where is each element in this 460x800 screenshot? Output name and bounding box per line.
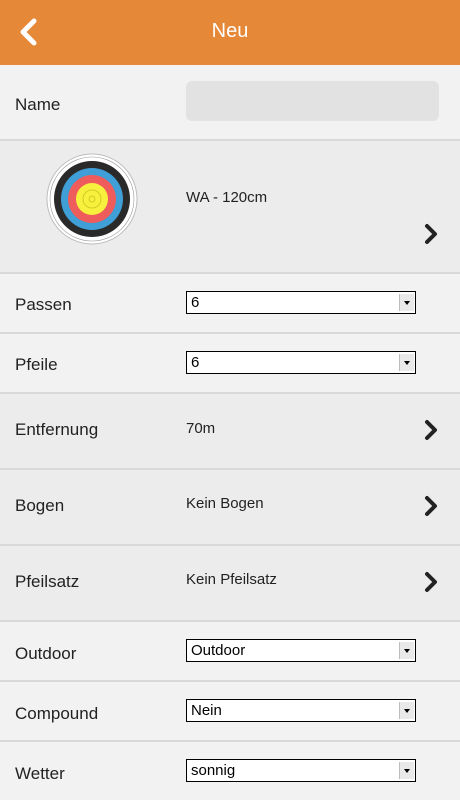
- dropdown-arrow-icon: [399, 642, 414, 659]
- dropdown-arrow-icon: [399, 294, 414, 311]
- target-value: WA - 120cm: [186, 189, 268, 206]
- name-input[interactable]: [186, 81, 439, 121]
- entfernung-row[interactable]: Entfernung 70m: [0, 394, 460, 470]
- archery-target-icon: [46, 153, 138, 245]
- entfernung-value: 70m: [186, 420, 216, 437]
- page-title: Neu: [211, 20, 249, 42]
- dropdown-arrow-icon: [399, 702, 414, 719]
- pfeilsatz-value: Kein Pfeilsatz: [186, 571, 277, 588]
- bogen-row[interactable]: Bogen Kein Bogen: [0, 470, 460, 546]
- compound-select-value: Nein: [191, 702, 222, 719]
- pfeile-label: Pfeile: [15, 355, 58, 374]
- bogen-label: Bogen: [15, 496, 65, 515]
- pfeilsatz-label: Pfeilsatz: [15, 572, 80, 591]
- passen-label: Passen: [15, 295, 72, 314]
- name-row: Name: [0, 65, 460, 141]
- outdoor-select-value: Outdoor: [191, 642, 246, 659]
- compound-label: Compound: [15, 704, 99, 723]
- passen-select-value: 6: [191, 294, 200, 311]
- outdoor-label: Outdoor: [15, 644, 77, 663]
- wetter-select-value: sonnig: [191, 762, 236, 779]
- dropdown-arrow-icon: [399, 354, 414, 371]
- chevron-right-icon: [425, 496, 437, 516]
- outdoor-select[interactable]: Outdoor: [186, 639, 416, 662]
- outdoor-row: Outdoor Outdoor: [0, 622, 460, 682]
- compound-row: Compound Nein: [0, 682, 460, 742]
- chevron-right-icon: [425, 224, 437, 244]
- chevron-right-icon: [425, 572, 437, 592]
- pfeilsatz-row[interactable]: Pfeilsatz Kein Pfeilsatz: [0, 546, 460, 622]
- passen-select[interactable]: 6: [186, 291, 416, 314]
- passen-row: Passen 6: [0, 274, 460, 334]
- bogen-value: Kein Bogen: [186, 495, 264, 512]
- pfeile-select-value: 6: [191, 354, 200, 371]
- wetter-select[interactable]: sonnig: [186, 759, 416, 782]
- chevron-right-icon: [425, 420, 437, 440]
- target-row[interactable]: WA - 120cm: [0, 141, 460, 274]
- wetter-row: Wetter sonnig: [0, 742, 460, 800]
- entfernung-label: Entfernung: [15, 420, 99, 439]
- name-label: Name: [15, 95, 61, 114]
- pfeile-select[interactable]: 6: [186, 351, 416, 374]
- pfeile-row: Pfeile 6: [0, 334, 460, 394]
- compound-select[interactable]: Nein: [186, 699, 416, 722]
- app-header: Neu: [0, 0, 460, 65]
- dropdown-arrow-icon: [399, 762, 414, 779]
- wetter-label: Wetter: [15, 764, 65, 783]
